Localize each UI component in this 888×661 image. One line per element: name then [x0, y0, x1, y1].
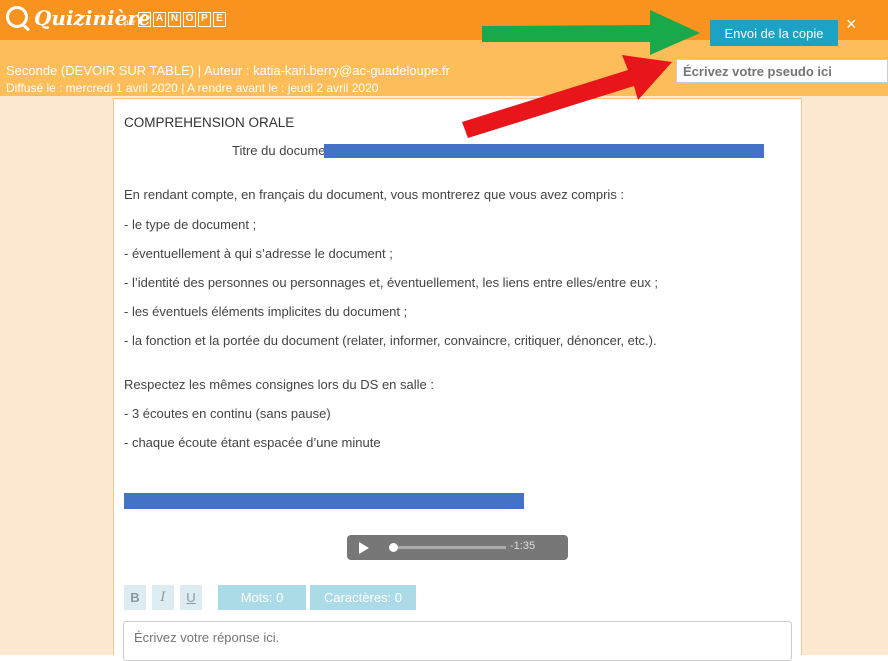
green-arrow [482, 10, 700, 55]
red-arrow [462, 55, 672, 138]
annotation-arrows [462, 10, 700, 138]
